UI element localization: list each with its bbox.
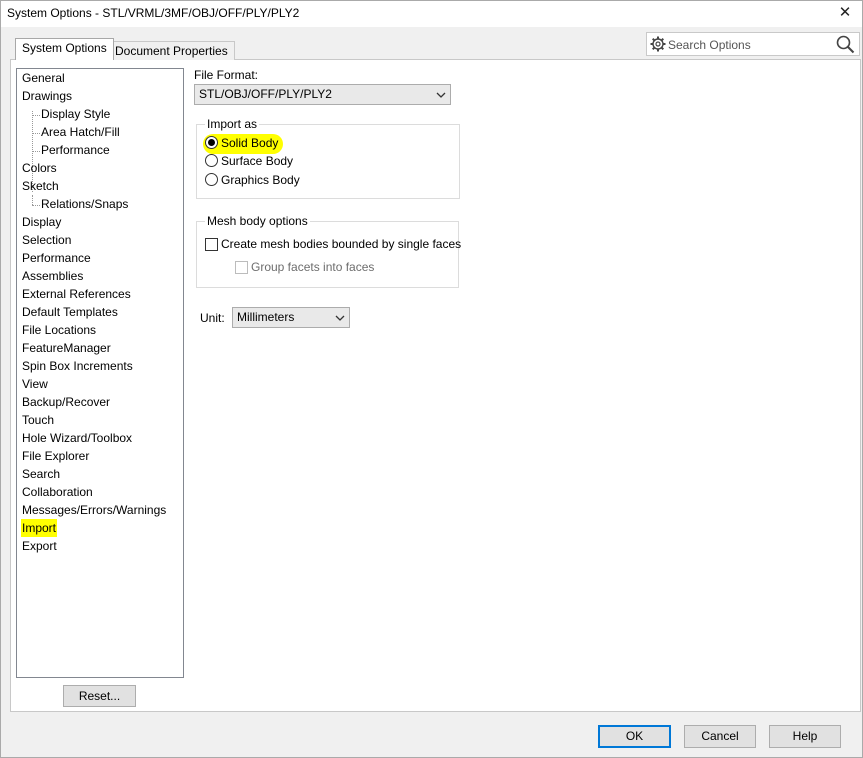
tree-item-selection[interactable]: Selection <box>22 231 71 249</box>
graphics-body-label[interactable]: Graphics Body <box>221 173 300 187</box>
file-format-select[interactable]: STL/OBJ/OFF/PLY/PLY2 <box>194 84 451 105</box>
tree-item-view[interactable]: View <box>22 375 48 393</box>
create-mesh-bodies-label[interactable]: Create mesh bodies bounded by single fac… <box>221 237 461 251</box>
unit-label: Unit: <box>200 311 225 325</box>
tree-item-drawings-performance[interactable]: Performance <box>41 141 110 159</box>
close-button[interactable]: ✕ <box>828 1 862 27</box>
ok-button[interactable]: OK <box>598 725 671 748</box>
mesh-body-options-group: Mesh body options <box>196 214 459 288</box>
tree-item-export[interactable]: Export <box>22 537 57 555</box>
tree-connector <box>32 133 40 134</box>
tree-item-hole-wizard-toolbox[interactable]: Hole Wizard/Toolbox <box>22 429 132 447</box>
group-facets-label: Group facets into faces <box>251 260 375 274</box>
tree-connector <box>32 115 40 116</box>
tree-item-external-references[interactable]: External References <box>22 285 131 303</box>
gear-icon[interactable] <box>650 36 666 52</box>
tree-item-touch[interactable]: Touch <box>22 411 54 429</box>
radio-graphics-body[interactable] <box>205 173 218 186</box>
cancel-button[interactable]: Cancel <box>684 725 756 748</box>
tab-system-options[interactable]: System Options <box>15 38 114 60</box>
tree-item-file-explorer[interactable]: File Explorer <box>22 447 89 465</box>
radio-solid-body[interactable] <box>205 136 218 149</box>
unit-select[interactable]: Millimeters <box>232 307 350 328</box>
tree-item-area-hatch-fill[interactable]: Area Hatch/Fill <box>41 123 120 141</box>
options-tree[interactable]: General Drawings Display Style Area Hatc… <box>16 68 184 678</box>
tree-item-assemblies[interactable]: Assemblies <box>22 267 83 285</box>
tree-item-collaboration[interactable]: Collaboration <box>22 483 93 501</box>
title-bar[interactable]: System Options - STL/VRML/3MF/OBJ/OFF/PL… <box>1 1 862 27</box>
radio-surface-body[interactable] <box>205 154 218 167</box>
chevron-down-icon <box>436 92 446 98</box>
help-button[interactable]: Help <box>769 725 841 748</box>
group-facets-checkbox[interactable] <box>235 261 248 274</box>
system-options-dialog: System Options - STL/VRML/3MF/OBJ/OFF/PL… <box>0 0 863 758</box>
unit-value: Millimeters <box>237 310 295 324</box>
tab-document-properties[interactable]: Document Properties <box>108 41 235 60</box>
tree-item-colors[interactable]: Colors <box>22 159 57 177</box>
search-placeholder[interactable]: Search Options <box>668 38 751 52</box>
tree-connector <box>32 205 40 206</box>
tree-item-sketch[interactable]: Sketch <box>22 177 59 195</box>
tree-connector <box>32 195 33 205</box>
tree-item-featuremanager[interactable]: FeatureManager <box>22 339 111 357</box>
file-format-label: File Format: <box>194 68 259 82</box>
create-mesh-bodies-checkbox[interactable] <box>205 238 218 251</box>
search-options-box[interactable]: Search Options <box>646 32 860 56</box>
tree-item-display[interactable]: Display <box>22 213 61 231</box>
reset-button[interactable]: Reset... <box>63 685 136 707</box>
tree-item-backup-recover[interactable]: Backup/Recover <box>22 393 110 411</box>
file-format-value: STL/OBJ/OFF/PLY/PLY2 <box>199 87 332 101</box>
mesh-body-options-legend: Mesh body options <box>205 214 310 228</box>
chevron-down-icon <box>335 315 345 321</box>
tree-connector <box>32 151 40 152</box>
tree-item-spin-box-increments[interactable]: Spin Box Increments <box>22 357 133 375</box>
tree-item-drawings[interactable]: Drawings <box>22 87 72 105</box>
tree-item-performance[interactable]: Performance <box>22 249 91 267</box>
tree-item-relations-snaps[interactable]: Relations/Snaps <box>41 195 128 213</box>
solid-body-label[interactable]: Solid Body <box>221 136 278 150</box>
tree-item-import[interactable]: Import <box>21 519 58 537</box>
surface-body-label[interactable]: Surface Body <box>221 154 293 168</box>
import-as-legend: Import as <box>205 117 260 131</box>
tree-item-messages-errors-warnings[interactable]: Messages/Errors/Warnings <box>22 501 166 519</box>
tree-item-default-templates[interactable]: Default Templates <box>22 303 118 321</box>
tree-item-file-locations[interactable]: File Locations <box>22 321 96 339</box>
tree-item-general[interactable]: General <box>22 69 65 87</box>
search-icon[interactable] <box>836 35 855 54</box>
window-title: System Options - STL/VRML/3MF/OBJ/OFF/PL… <box>7 6 300 20</box>
tree-item-display-style[interactable]: Display Style <box>41 105 110 123</box>
tree-item-search[interactable]: Search <box>22 465 60 483</box>
